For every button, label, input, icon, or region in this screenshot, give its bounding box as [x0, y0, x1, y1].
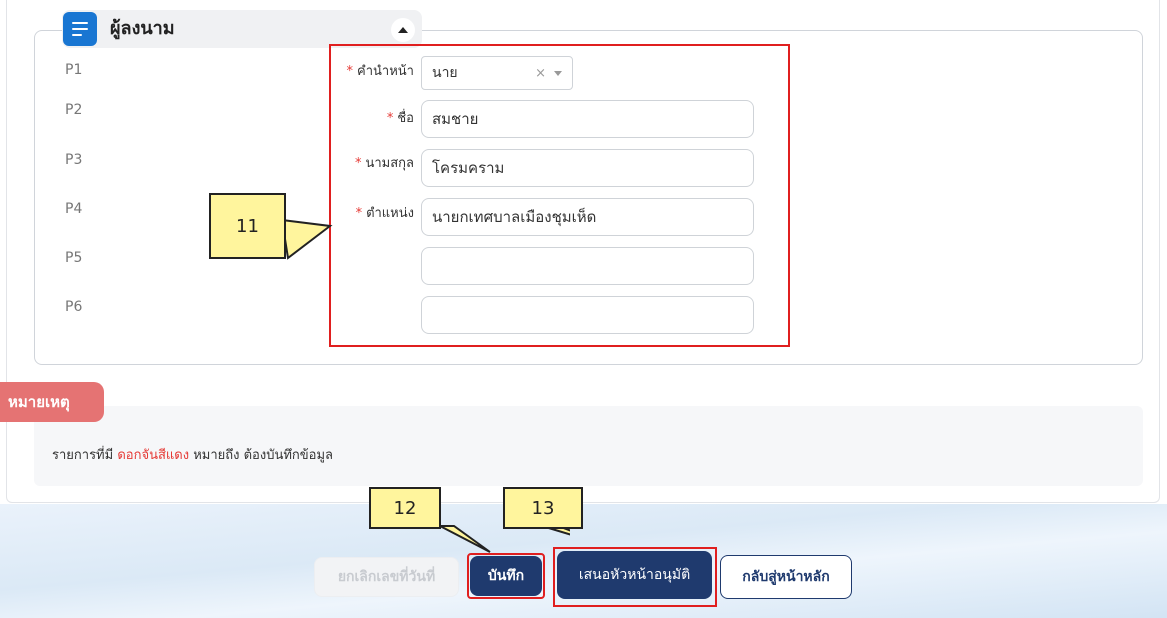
- callout-11: 11: [209, 193, 286, 259]
- cancel-number-button[interactable]: ยกเลิกเลขที่วันที่: [314, 557, 459, 597]
- position-label-p4: P4: [65, 201, 83, 217]
- highlight-box-save: [467, 553, 545, 599]
- list-icon: [63, 12, 97, 46]
- highlight-box-approve: [553, 547, 717, 607]
- position-label-p6: P6: [65, 299, 83, 315]
- position-label-p5: P5: [65, 250, 83, 266]
- note-text-red: ดอกจันสีแดง: [117, 448, 190, 463]
- position-label-p2: P2: [65, 102, 83, 118]
- note-tab: หมายเหตุ: [0, 382, 104, 422]
- note-text-after: หมายถึง ต้องบันทึกข้อมูล: [189, 448, 334, 463]
- callout-13: 13: [503, 487, 583, 529]
- chevron-up-icon[interactable]: [391, 18, 415, 42]
- position-label-p1: P1: [65, 62, 83, 78]
- note-text-before: รายการที่มี: [52, 448, 118, 463]
- note-text: รายการที่มี ดอกจันสีแดง หมายถึง ต้องบันท…: [52, 444, 333, 465]
- callout-12: 12: [369, 487, 441, 529]
- back-home-button[interactable]: กลับสู่หน้าหลัก: [720, 555, 852, 599]
- highlight-box-form: [329, 44, 790, 347]
- section-title: ผู้ลงนาม: [110, 18, 175, 39]
- position-label-p3: P3: [65, 152, 83, 168]
- callout-pointer-11: [280, 218, 333, 260]
